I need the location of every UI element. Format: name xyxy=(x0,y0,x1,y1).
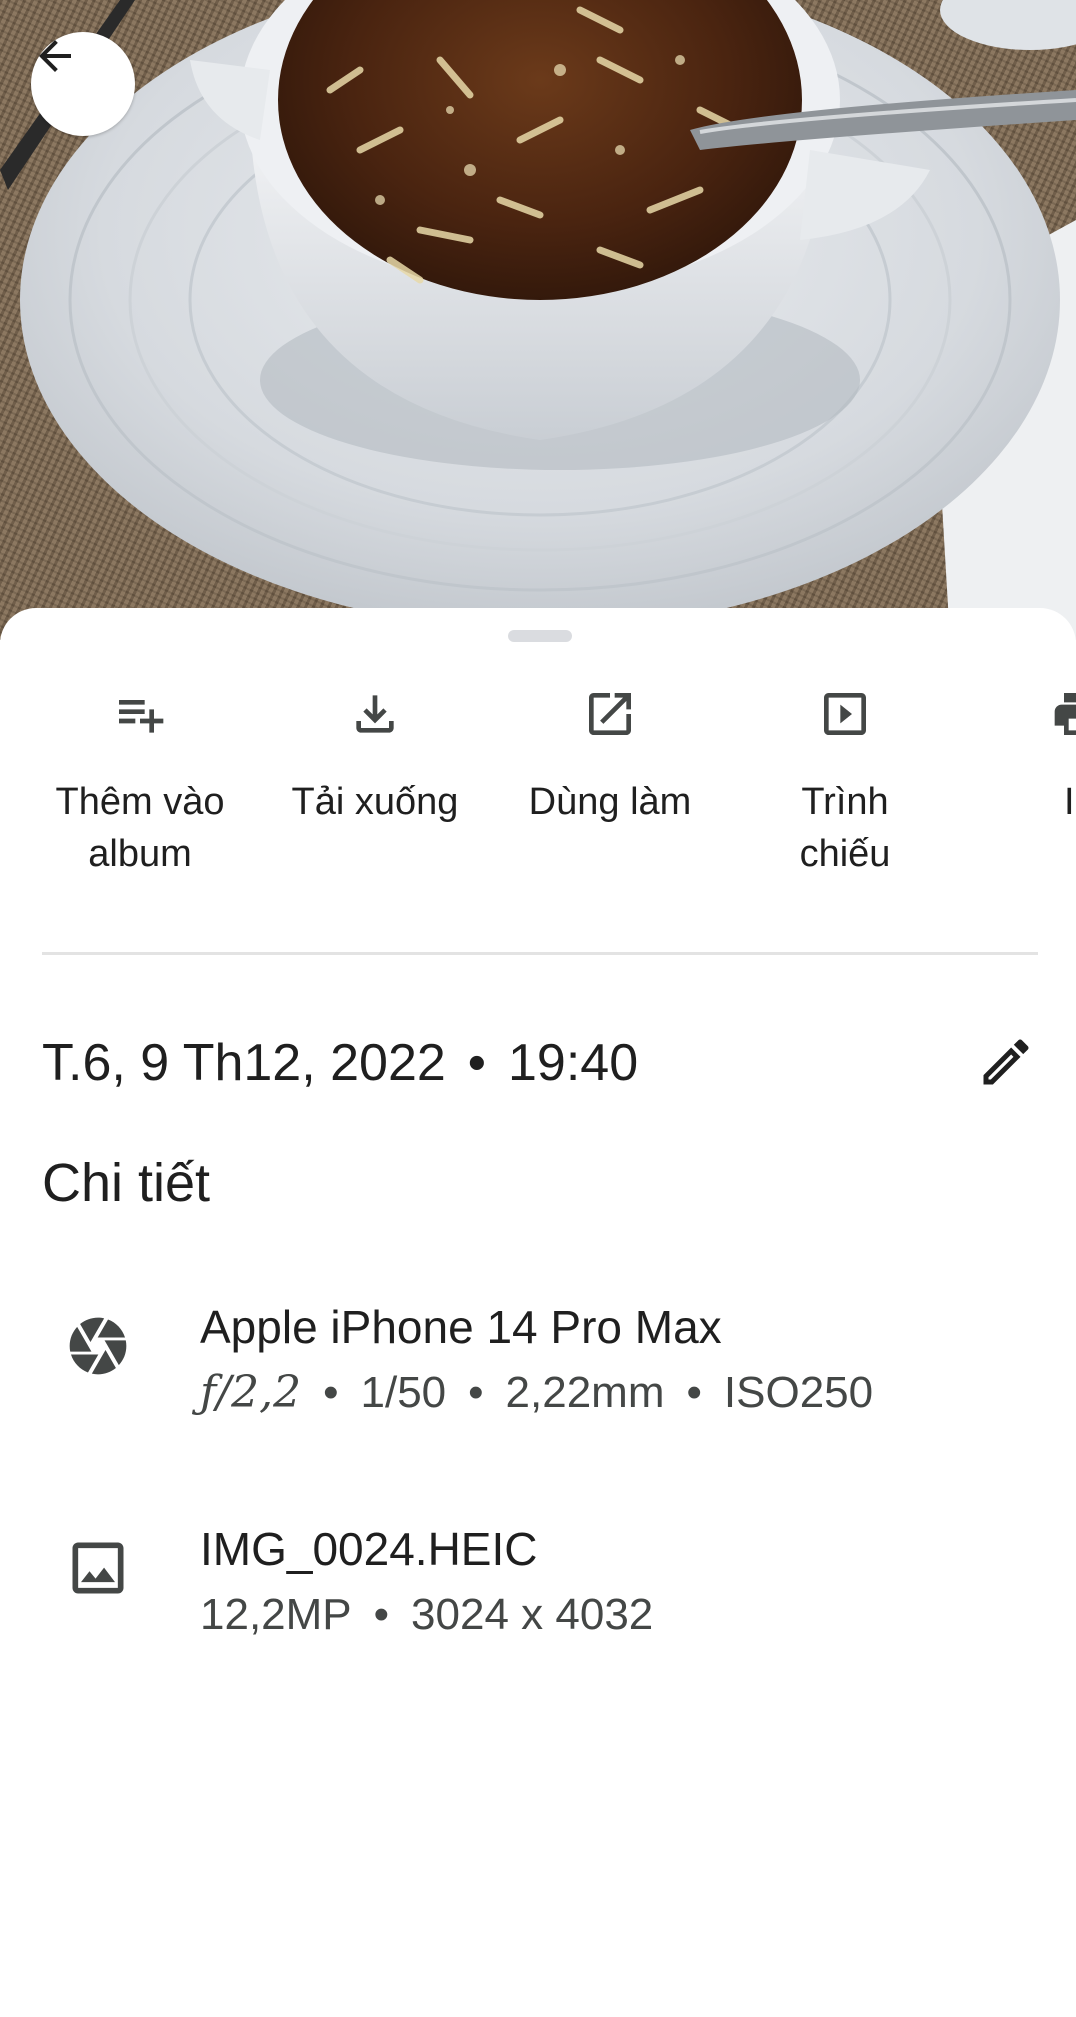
playlist-add-icon xyxy=(112,686,168,742)
back-button[interactable] xyxy=(31,32,135,136)
megapixels-value: 12,2MP xyxy=(200,1590,352,1639)
open-in-new-icon xyxy=(582,686,638,742)
camera-model: Apple iPhone 14 Pro Max xyxy=(200,1301,722,1353)
action-row[interactable]: Thêm vào album Tải xuống Dùng làm Trình … xyxy=(0,686,1076,886)
separator-dot: • xyxy=(323,1368,339,1417)
camera-info-row: Apple iPhone 14 Pro Max ƒ/2,2 • 1/50 • 2,22m… xyxy=(0,1298,1076,1438)
action-label: Tải xuống xyxy=(291,781,459,823)
arrow-back-icon xyxy=(39,40,71,72)
photo-image xyxy=(0,0,1076,640)
action-label: Trình chiếu xyxy=(799,781,891,875)
download-button[interactable]: Tải xuống xyxy=(265,686,485,886)
action-label: Thêm vào album xyxy=(55,781,225,875)
separator-dot: • xyxy=(373,1590,390,1639)
separator-dot: • xyxy=(468,1368,484,1417)
pencil-icon xyxy=(983,1039,1029,1085)
slideshow-icon xyxy=(817,686,873,742)
file-name: IMG_0024.HEIC xyxy=(200,1523,538,1575)
aperture-value: ƒ/2,2 xyxy=(200,1367,302,1418)
download-icon xyxy=(347,686,403,742)
divider xyxy=(42,952,1038,955)
camera-settings: ƒ/2,2 • 1/50 • 2,22mm • ISO250 xyxy=(200,1364,873,1422)
slideshow-button[interactable]: Trình chiếu xyxy=(735,686,955,886)
camera-aperture-icon xyxy=(64,1312,132,1380)
use-as-button[interactable]: Dùng làm xyxy=(500,686,720,886)
drag-handle[interactable] xyxy=(508,630,572,642)
print-button[interactable]: I xyxy=(970,686,1076,886)
file-info-row: IMG_0024.HEIC 12,2MP • 3024 x 4032 xyxy=(0,1520,1076,1660)
edit-datetime-button[interactable] xyxy=(976,1032,1036,1092)
photo-date: T.6, 9 Th12, 2022 xyxy=(42,1034,446,1092)
details-title: Chi tiết xyxy=(42,1153,211,1213)
focal-length-value: 2,22mm xyxy=(505,1368,665,1417)
resolution-value: 3024 x 4032 xyxy=(411,1590,654,1639)
photo-datetime: T.6, 9 Th12, 2022 • 19:40 xyxy=(42,1028,638,1098)
file-specs: 12,2MP • 3024 x 4032 xyxy=(200,1586,653,1644)
image-icon xyxy=(64,1534,132,1602)
info-bottom-sheet: Thêm vào album Tải xuống Dùng làm Trình … xyxy=(0,608,1076,2017)
iso-value: ISO250 xyxy=(723,1368,874,1417)
print-icon xyxy=(1050,686,1076,742)
separator-dot: • xyxy=(467,1034,487,1092)
photo-time: 19:40 xyxy=(508,1034,639,1092)
separator-dot: • xyxy=(686,1368,702,1417)
action-label: Dùng làm xyxy=(528,781,692,823)
add-to-album-button[interactable]: Thêm vào album xyxy=(30,686,250,886)
shutter-value: 1/50 xyxy=(360,1368,447,1417)
photo-preview[interactable] xyxy=(0,0,1076,640)
action-label: I xyxy=(1064,781,1075,823)
